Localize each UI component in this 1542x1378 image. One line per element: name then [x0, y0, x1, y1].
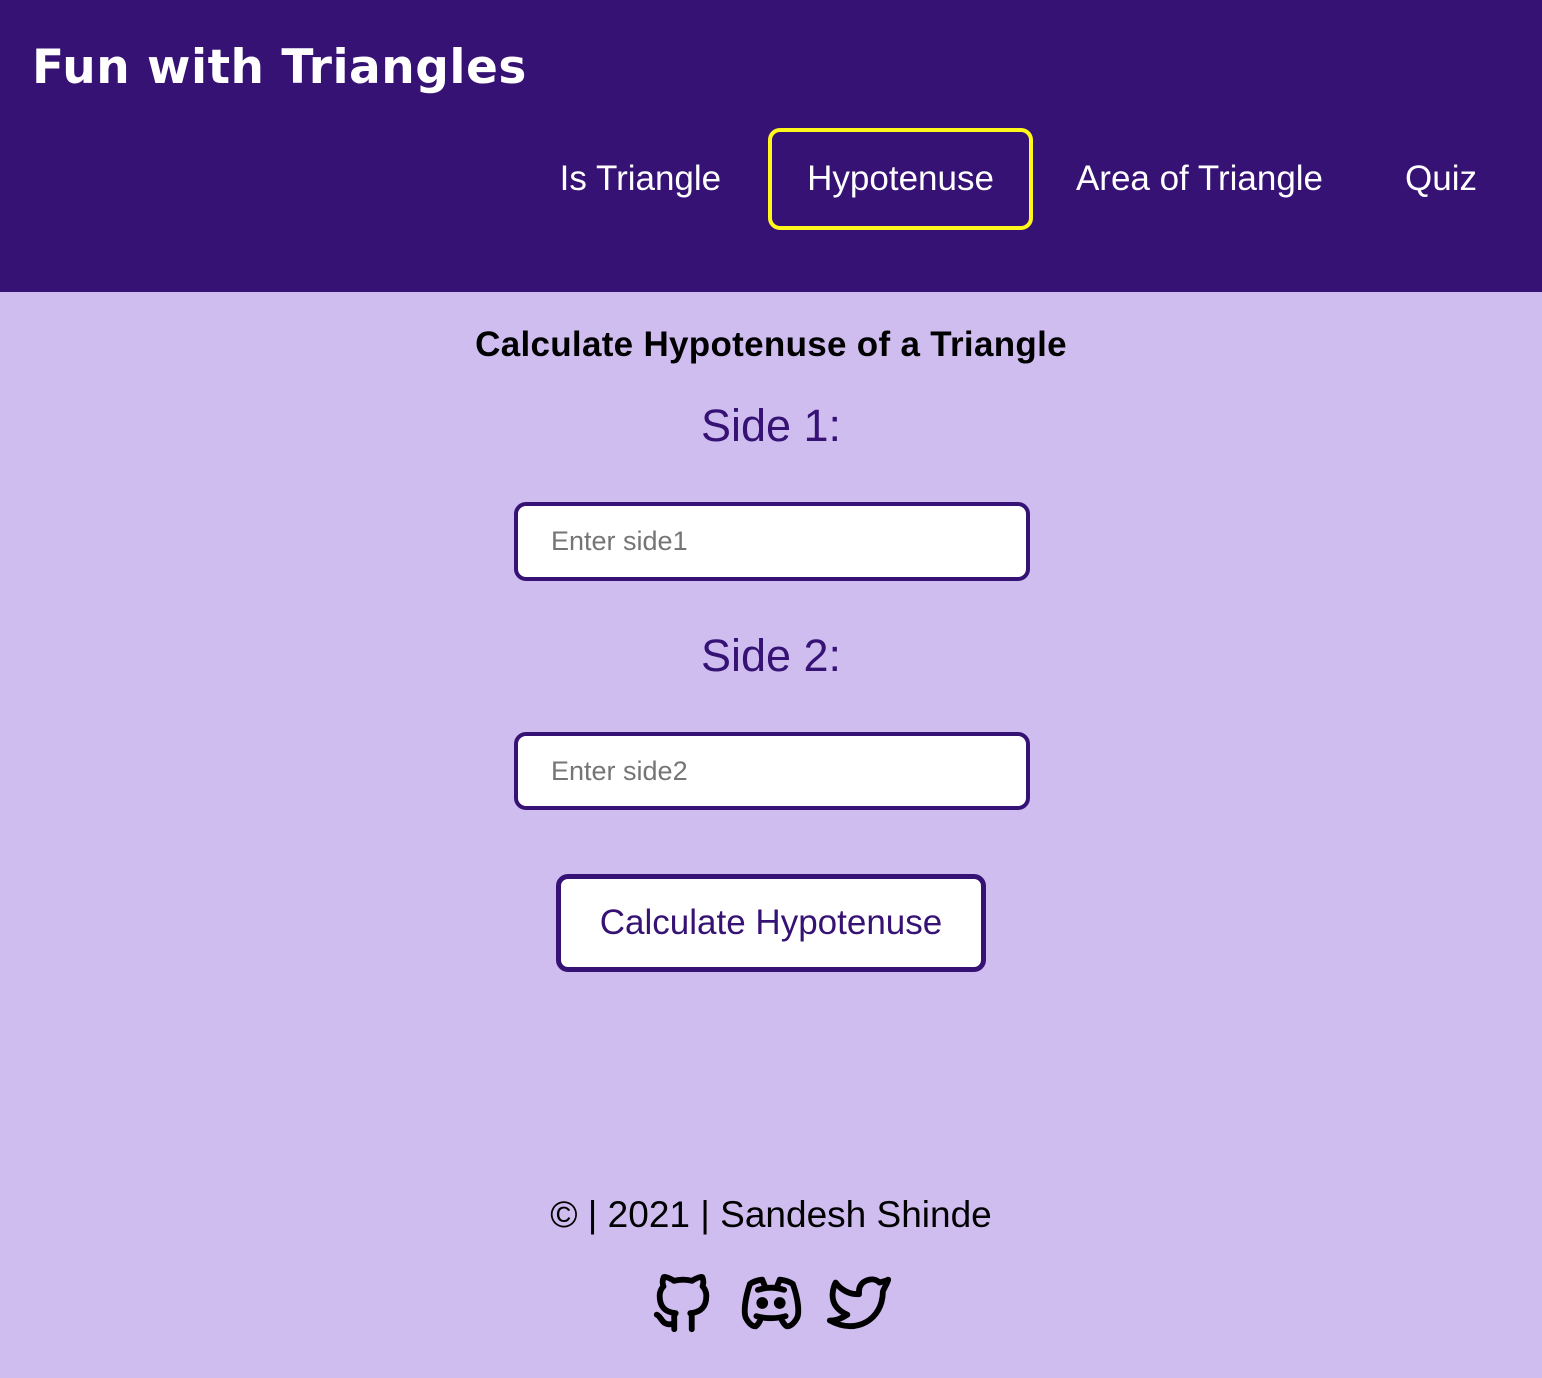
nav-link-is-triangle[interactable]: Is Triangle: [521, 128, 760, 230]
github-link[interactable]: [648, 1268, 718, 1338]
site-title: Fun with Triangles: [32, 40, 527, 95]
nav-link-area-of-triangle[interactable]: Area of Triangle: [1037, 128, 1362, 230]
twitter-link[interactable]: [824, 1268, 894, 1338]
calculate-hypotenuse-button[interactable]: Calculate Hypotenuse: [556, 874, 986, 972]
side1-input[interactable]: [514, 502, 1030, 581]
main-nav: Is Triangle Hypotenuse Area of Triangle …: [521, 128, 1542, 230]
discord-icon: [741, 1276, 802, 1330]
side2-label: Side 2:: [700, 630, 842, 681]
nav-link-quiz[interactable]: Quiz: [1366, 128, 1516, 230]
side1-label: Side 1:: [700, 400, 842, 451]
discord-link[interactable]: [736, 1268, 806, 1338]
twitter-icon: [826, 1276, 892, 1330]
nav-link-hypotenuse[interactable]: Hypotenuse: [768, 128, 1033, 230]
copyright-text: © | 2021 | Sandesh Shinde: [550, 1194, 992, 1235]
social-links: [0, 1266, 1542, 1340]
side2-input[interactable]: [514, 732, 1030, 810]
page-title: Calculate Hypotenuse of a Triangle: [475, 325, 1067, 364]
site-header: Fun with Triangles Is Triangle Hypotenus…: [0, 0, 1542, 292]
github-icon: [653, 1274, 710, 1333]
